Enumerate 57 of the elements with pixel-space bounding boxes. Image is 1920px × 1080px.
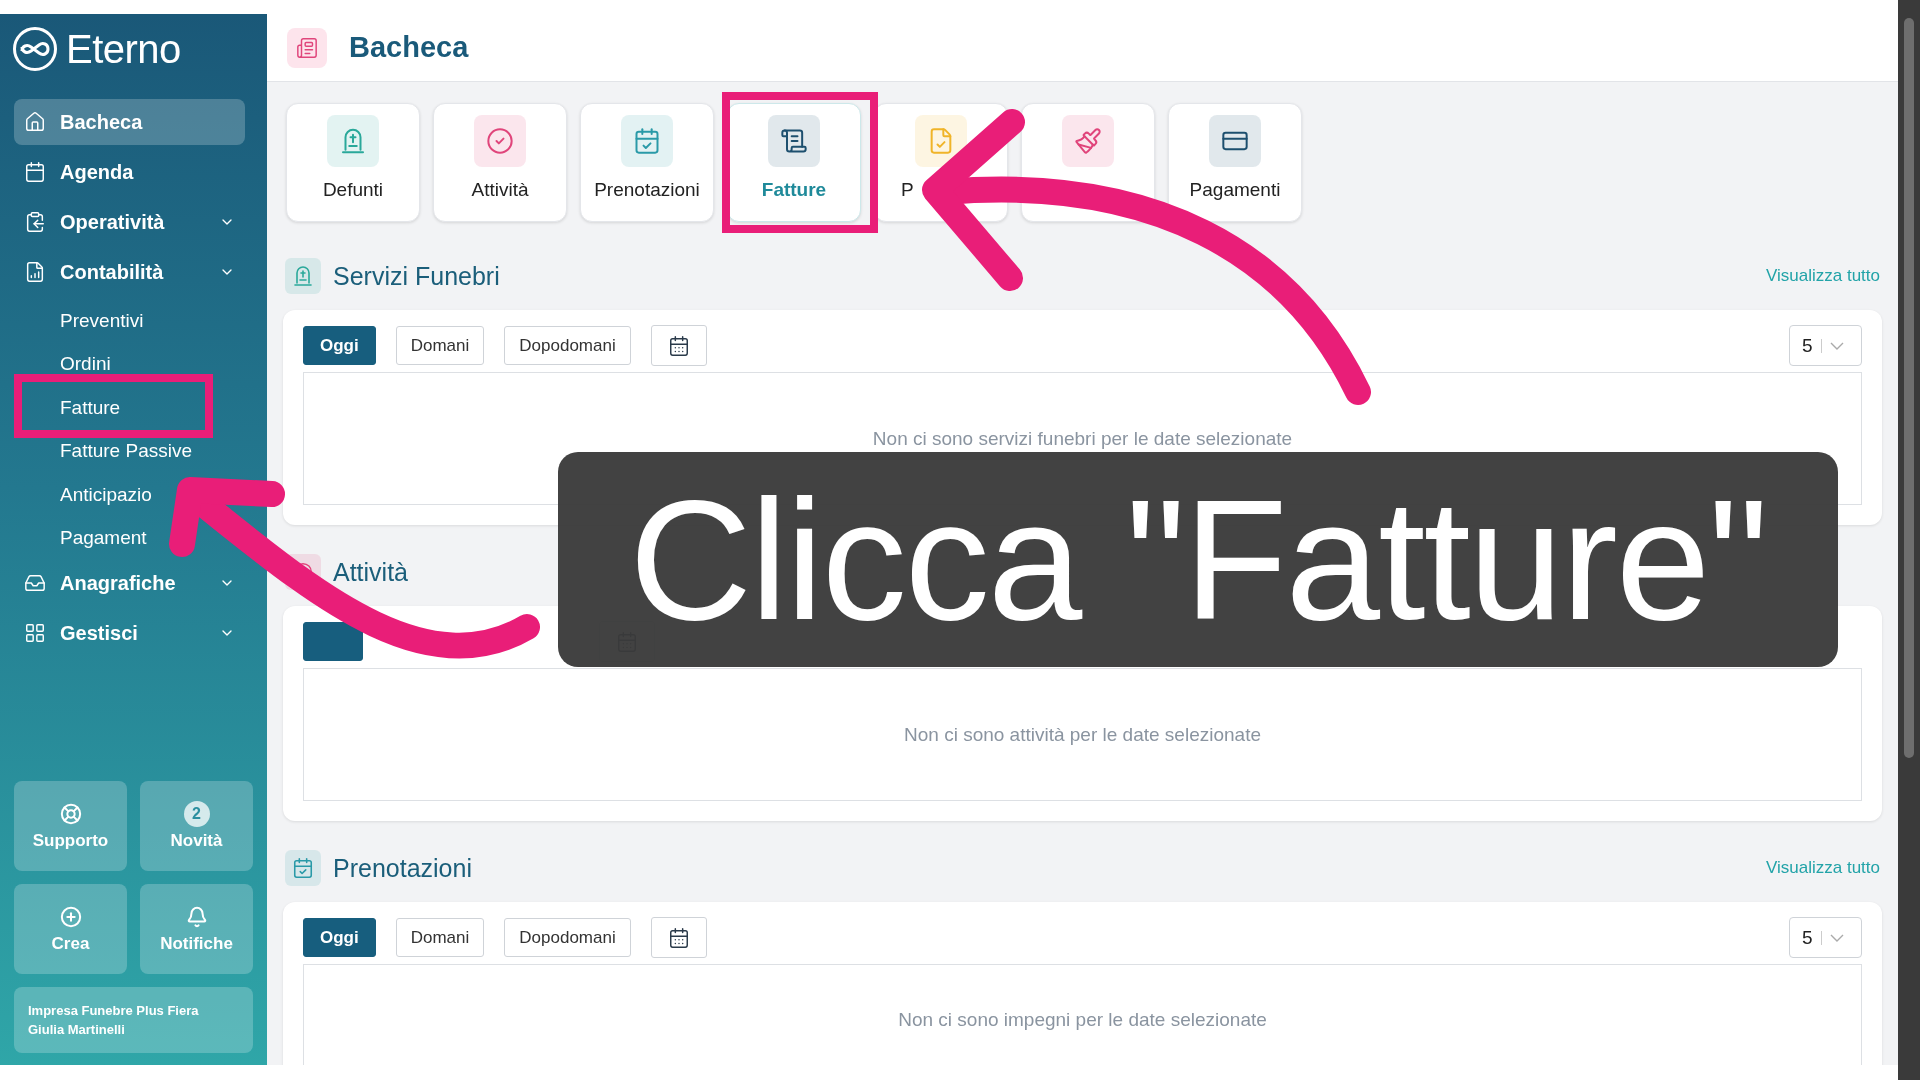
brand-name: Eterno	[66, 26, 181, 72]
page-size-select[interactable]: 5	[1789, 917, 1862, 958]
dashboard-icon	[287, 27, 327, 68]
count-badge: 2	[183, 801, 210, 827]
submenu-item[interactable]: Fatture	[60, 386, 121, 430]
sidebar-item[interactable]: Contabilità	[14, 249, 245, 295]
page-size-select[interactable]: 5	[1789, 325, 1862, 366]
calendar-icon	[667, 926, 690, 949]
headstone-icon	[285, 258, 321, 294]
calendar-icon	[24, 161, 46, 183]
instruction-tooltip: Clicca "Fatture"	[558, 452, 1838, 667]
date-filter-button[interactable]: Domani	[395, 326, 485, 365]
bell-icon	[185, 906, 208, 928]
shortcut-tile[interactable]: Prenotazioni	[580, 103, 714, 222]
user-name: Giulia Martinelli	[28, 1022, 126, 1037]
empty-message: Non ci sono attività per le date selezionate	[904, 723, 1261, 746]
inbox-icon	[24, 572, 46, 594]
submenu-item[interactable]: Anticipazio	[60, 473, 152, 517]
company-name: Impresa Funebre Plus Fiera	[28, 1003, 200, 1018]
calendar-button[interactable]	[650, 917, 707, 958]
shortcut-tile[interactable]: Pagamenti	[1168, 103, 1302, 222]
shortcut-tile[interactable]: Fatture	[727, 103, 861, 222]
sidebar-item[interactable]: Operatività	[14, 199, 245, 245]
submenu-item[interactable]: Ordini	[60, 342, 111, 386]
sidebar-item[interactable]: Gestisci	[14, 610, 245, 656]
date-filter-button[interactable]: Dopodomani	[504, 918, 631, 957]
empty-message: Non ci sono impegni per le date selezionate	[898, 1009, 1267, 1031]
document-chart-icon	[24, 261, 46, 283]
date-filter-button[interactable]: Dopodomani	[504, 326, 631, 365]
date-filter-button[interactable]: Domani	[395, 918, 485, 957]
brand-logo-icon	[12, 26, 58, 72]
sidebar-item[interactable]: Agenda	[14, 149, 245, 195]
date-filter-button[interactable]: Oggi	[303, 918, 376, 957]
calendar-button[interactable]	[650, 325, 707, 366]
submenu-item[interactable]: Fatture Passive	[60, 429, 192, 473]
date-filter-button[interactable]: Oggi	[303, 326, 376, 365]
chevron-down-icon	[1829, 341, 1844, 350]
lifebuoy-icon	[59, 803, 82, 825]
section-title: Prenotazioni	[333, 853, 473, 883]
plus-icon	[59, 906, 82, 928]
calendar-check-icon	[285, 850, 321, 886]
clipboard-icon	[24, 211, 46, 233]
page-title: Bacheca	[349, 31, 469, 64]
empty-message: Non ci sono servizi funebri per le date selezionate	[872, 427, 1293, 450]
grid-icon	[24, 622, 46, 644]
chevron-down-icon	[1829, 933, 1844, 942]
section-title: Attività	[333, 557, 410, 587]
home-icon	[24, 111, 46, 133]
section-title: Servizi Funebri	[333, 261, 501, 291]
calendar-icon	[667, 334, 690, 357]
sidebar-item[interactable]: Anagrafiche	[14, 560, 245, 606]
shortcut-tile[interactable]: Attività	[433, 103, 567, 222]
sidebar-item[interactable]: Bacheca	[14, 99, 245, 145]
shortcut-tile[interactable]: Defunti	[286, 103, 420, 222]
quick-button[interactable]: Novità 2	[140, 781, 253, 871]
submenu-item[interactable]: Pagament	[60, 516, 147, 560]
submenu-item[interactable]: Preventivi	[60, 299, 144, 343]
